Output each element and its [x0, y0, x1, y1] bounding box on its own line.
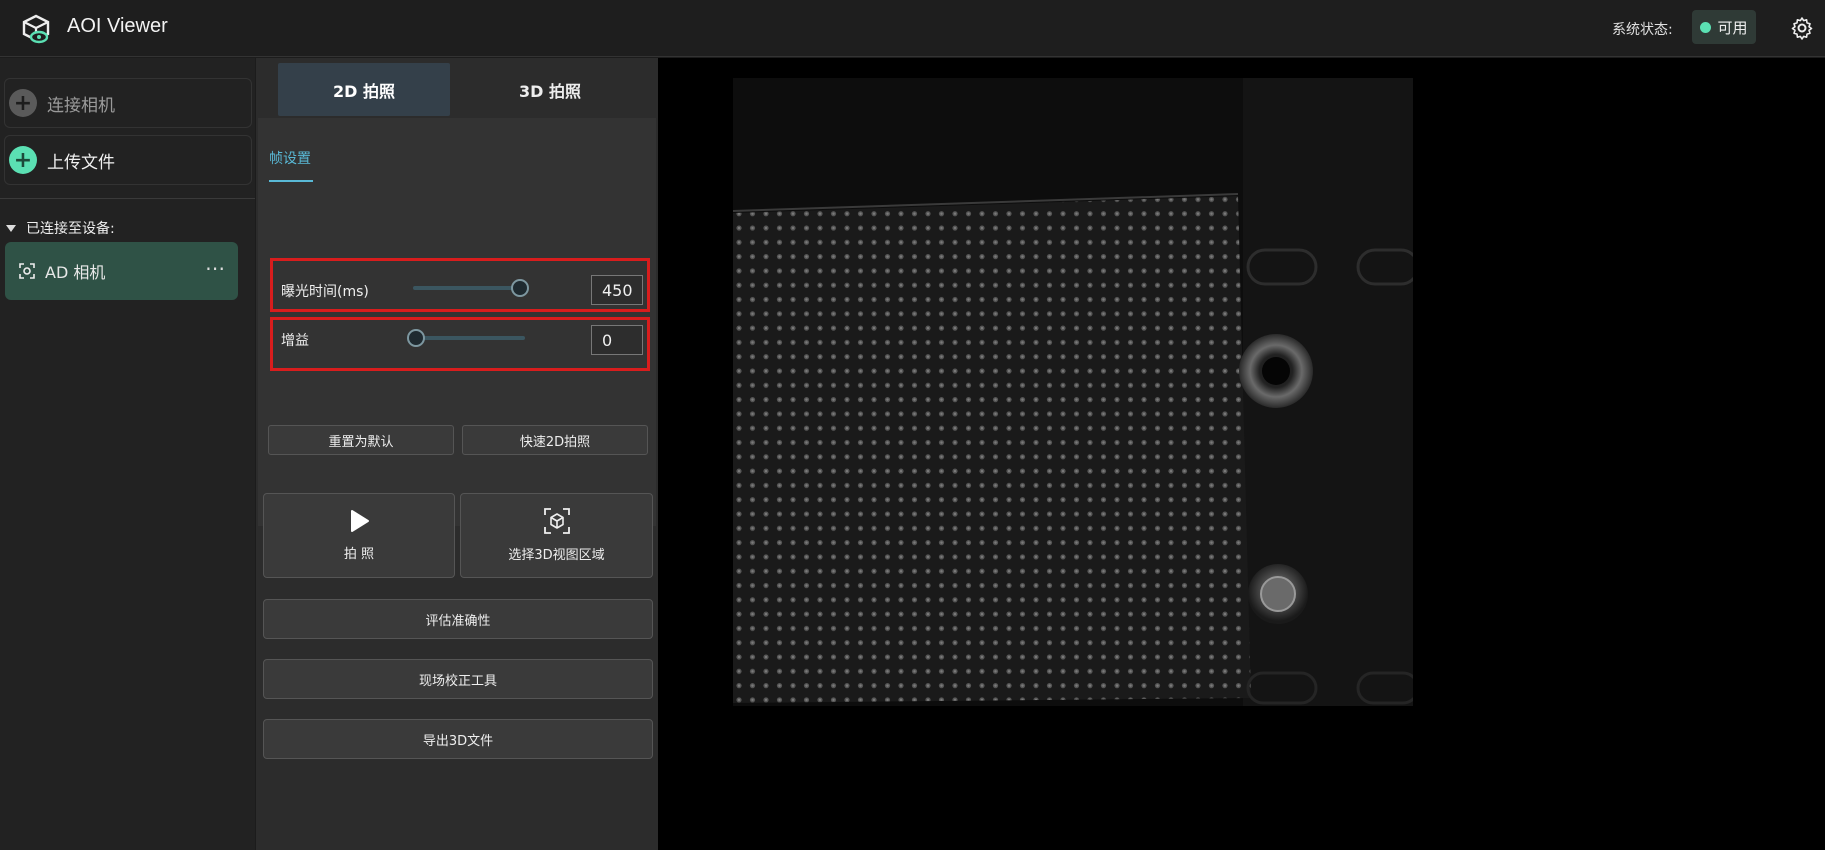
connect-camera-label: 连接相机	[47, 95, 115, 116]
plus-icon: +	[9, 89, 37, 117]
connect-camera-button[interactable]: + 连接相机	[4, 78, 252, 128]
app-header: AOI Viewer 系统状态: 可用	[0, 0, 1825, 57]
select-3d-region-button[interactable]: 选择3D视图区域	[460, 493, 653, 578]
export-3d-file-button[interactable]: 导出3D文件	[263, 719, 653, 759]
exposure-slider[interactable]	[413, 286, 525, 290]
app-logo-icon	[22, 14, 50, 44]
gain-label: 增益	[281, 333, 309, 349]
upload-file-button[interactable]: + 上传文件	[4, 135, 252, 185]
exposure-setting-row: 曝光时间(ms) 450	[270, 258, 650, 312]
tab-3d-capture[interactable]: 3D 拍照	[450, 63, 650, 116]
capture-label: 拍 照	[343, 547, 375, 562]
status-value: 可用	[1717, 18, 1748, 37]
cube-focus-icon	[543, 508, 570, 534]
system-status-label: 系统状态:	[1612, 22, 1673, 38]
play-icon	[351, 510, 369, 532]
caret-down-icon	[6, 224, 16, 232]
exposure-label: 曝光时间(ms)	[281, 284, 369, 300]
capture-button[interactable]: 拍 照	[263, 493, 455, 578]
status-badge: 可用	[1692, 10, 1756, 44]
device-item-ad-camera[interactable]: AD 相机 ⋯	[5, 242, 238, 300]
exposure-slider-handle[interactable]	[511, 279, 529, 297]
tab-frame-settings[interactable]: 帧设置	[269, 148, 311, 168]
more-options-icon[interactable]: ⋯	[205, 256, 226, 280]
subtab-underline	[269, 180, 313, 182]
camera-scan-icon	[19, 263, 35, 279]
frame-settings-section: 帧设置 曝光时间(ms) 450 增益 0	[258, 118, 656, 526]
device-name: AD 相机	[45, 263, 106, 282]
status-dot-icon	[1700, 21, 1712, 33]
captured-image-canvas	[733, 78, 1413, 706]
upload-file-label: 上传文件	[47, 152, 115, 173]
select-3d-region-label: 选择3D视图区域	[508, 548, 605, 563]
capture-panel: 2D 拍照 3D 拍照 帧设置 曝光时间(ms) 450 增益 0 重置为默认 …	[256, 58, 658, 850]
divider	[0, 198, 255, 199]
tab-2d-capture[interactable]: 2D 拍照	[278, 63, 450, 116]
exposure-input[interactable]: 450	[591, 275, 643, 305]
quick-2d-capture-button[interactable]: 快速2D拍照	[462, 425, 648, 455]
connected-devices-toggle[interactable]: 已连接至设备:	[6, 218, 115, 238]
gain-input[interactable]: 0	[591, 325, 643, 355]
captured-image	[733, 78, 1413, 706]
plus-icon: +	[9, 146, 37, 174]
gain-slider-handle[interactable]	[407, 329, 425, 347]
sidebar: + 连接相机 + 上传文件 已连接至设备: AD 相机 ⋯	[0, 58, 255, 850]
app-title: AOI Viewer	[67, 15, 168, 37]
reset-default-button[interactable]: 重置为默认	[268, 425, 454, 455]
evaluate-accuracy-button[interactable]: 评估准确性	[263, 599, 653, 639]
image-viewer[interactable]	[658, 58, 1825, 850]
field-calibration-button[interactable]: 现场校正工具	[263, 659, 653, 699]
connected-devices-label: 已连接至设备:	[26, 221, 115, 237]
gain-setting-row: 增益 0	[270, 317, 650, 371]
gain-slider[interactable]	[413, 336, 525, 340]
gear-icon[interactable]	[1790, 16, 1814, 40]
